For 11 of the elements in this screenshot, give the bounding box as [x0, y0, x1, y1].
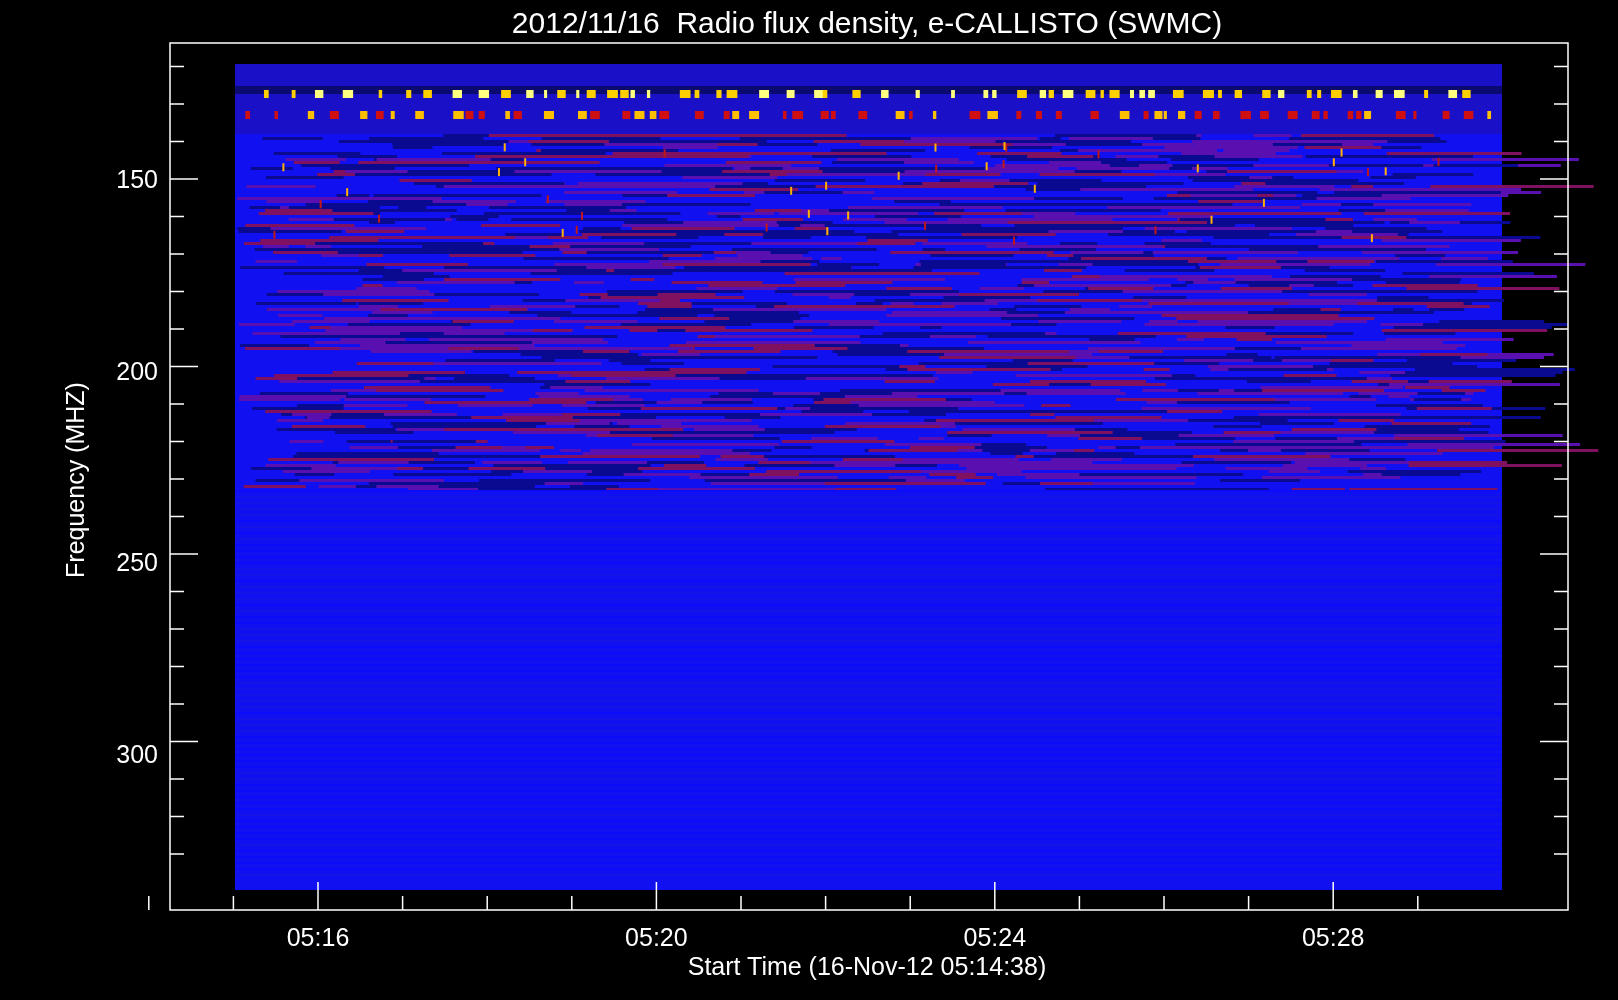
chart-title: 2012/11/16 Radio flux density, e-CALLISTO (SWMC) — [511, 6, 1223, 39]
axis-tick-label: 250 — [116, 548, 158, 576]
axis-tick-label: 05:28 — [1301, 923, 1365, 951]
axis-tick-label: 200 — [116, 356, 158, 385]
axis-tick-label: 05:24 — [963, 923, 1027, 951]
axis-tick-label: 05:20 — [625, 923, 688, 951]
axis-tick-label: 300 — [116, 739, 158, 768]
axis-title: Start Time (16-Nov-12 05:14:38) — [687, 952, 1047, 980]
axis-tick-label: 150 — [116, 165, 158, 193]
axis-tick-label: 05:16 — [286, 923, 350, 951]
axis-title: Frequency (MHZ) — [61, 382, 89, 578]
